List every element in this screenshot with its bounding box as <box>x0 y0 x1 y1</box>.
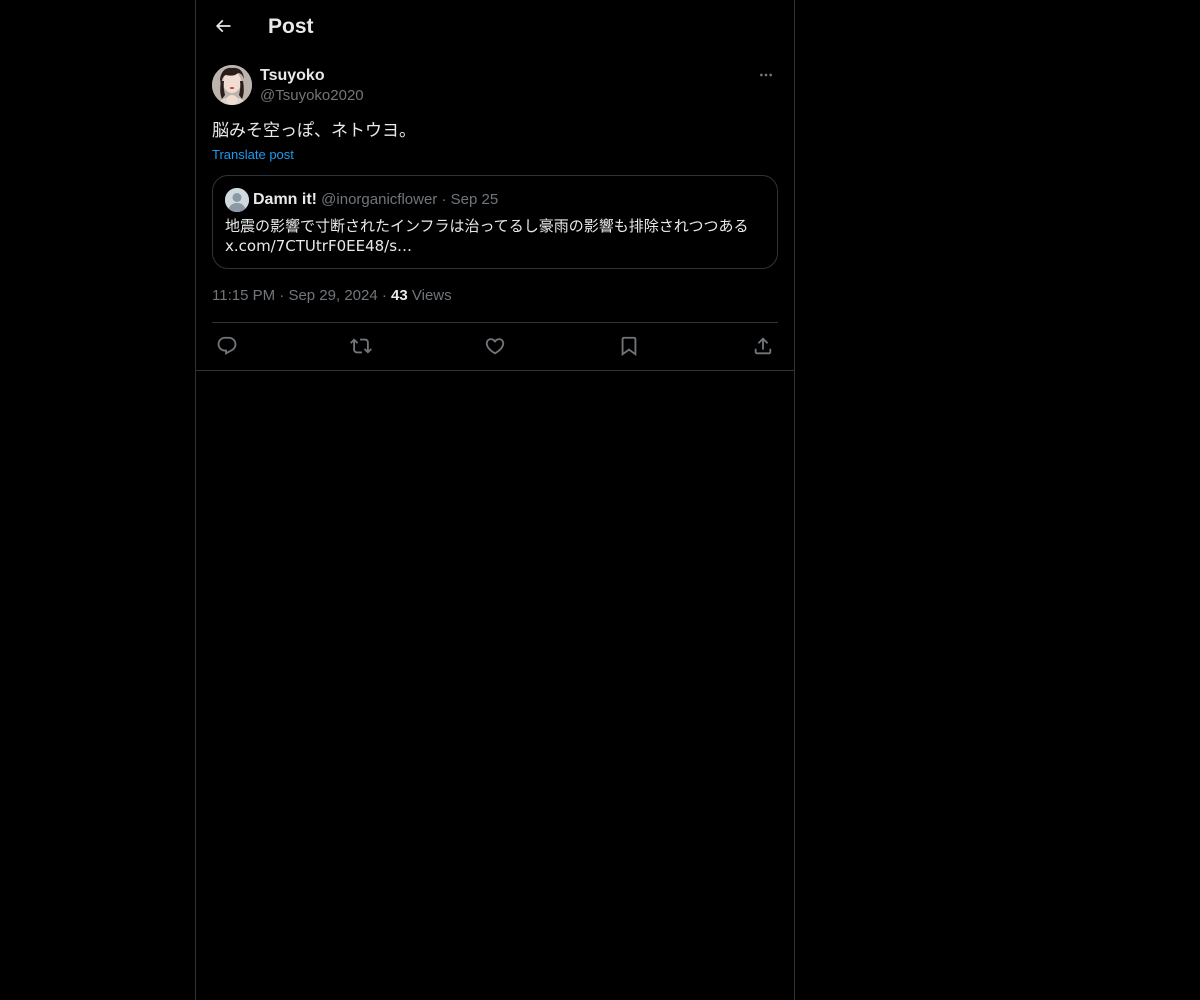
quote-text: 地震の影響で寸断されたインフラは治ってるし豪雨の影響も排除されつつある x.co… <box>225 216 765 256</box>
quote-author-name: Damn it! <box>253 191 317 208</box>
quote-header: Damn it! @inorganicflower · Sep 25 <box>253 189 498 211</box>
post-actions <box>212 334 778 358</box>
bookmark-button[interactable] <box>614 334 644 358</box>
quote-author-avatar <box>225 188 249 212</box>
post-text: 脳みそ空っぽ、ネトウヨ。 <box>212 121 416 141</box>
views-count: 43 <box>391 287 408 304</box>
quote-link-text: x.com/7CTUtrF0EE48/s… <box>225 237 413 255</box>
like-button[interactable] <box>480 334 510 358</box>
quote-date: Sep 25 <box>450 191 499 208</box>
repost-button[interactable] <box>346 334 376 358</box>
more-horizontal-icon <box>758 67 774 83</box>
more-options-button[interactable] <box>754 64 778 86</box>
quoted-post[interactable]: Damn it! @inorganicflower · Sep 25 地震の影響… <box>212 175 778 269</box>
post-bottom-border <box>196 370 794 371</box>
repost-icon <box>350 335 372 357</box>
page-title: Post <box>268 15 314 38</box>
main-column: Post Tsuyoko @Tsuyoko2020 脳みそ空っぽ、ネトウヨ。 T… <box>195 0 795 1000</box>
quote-separator: · <box>441 191 447 208</box>
post-date[interactable]: Sep 29, 2024 <box>288 287 377 304</box>
divider <box>212 322 778 323</box>
views-label: Views <box>411 287 452 304</box>
arrow-left-icon <box>213 16 233 36</box>
meta-separator: · <box>381 287 387 304</box>
author-handle[interactable]: @Tsuyoko2020 <box>260 86 364 106</box>
post-time[interactable]: 11:15 PM <box>212 287 275 304</box>
author-name[interactable]: Tsuyoko <box>260 66 325 86</box>
quote-author-handle: @inorganicflower <box>321 191 438 208</box>
share-icon <box>752 335 774 357</box>
quote-text-line: 地震の影響で寸断されたインフラは治ってるし豪雨の影響も排除されつつある <box>225 217 749 235</box>
author-avatar[interactable] <box>212 65 252 105</box>
post-meta: 11:15 PM · Sep 29, 2024 · 43 Views <box>212 286 452 306</box>
back-button[interactable] <box>208 11 238 41</box>
heart-icon <box>484 335 506 357</box>
bookmark-icon <box>618 335 640 357</box>
meta-separator: · <box>279 287 285 304</box>
share-button[interactable] <box>748 334 778 358</box>
translate-post-link[interactable]: Translate post <box>212 146 294 164</box>
post-header-bar: Post <box>196 0 794 53</box>
reply-button[interactable] <box>212 334 242 358</box>
reply-icon <box>216 335 238 357</box>
